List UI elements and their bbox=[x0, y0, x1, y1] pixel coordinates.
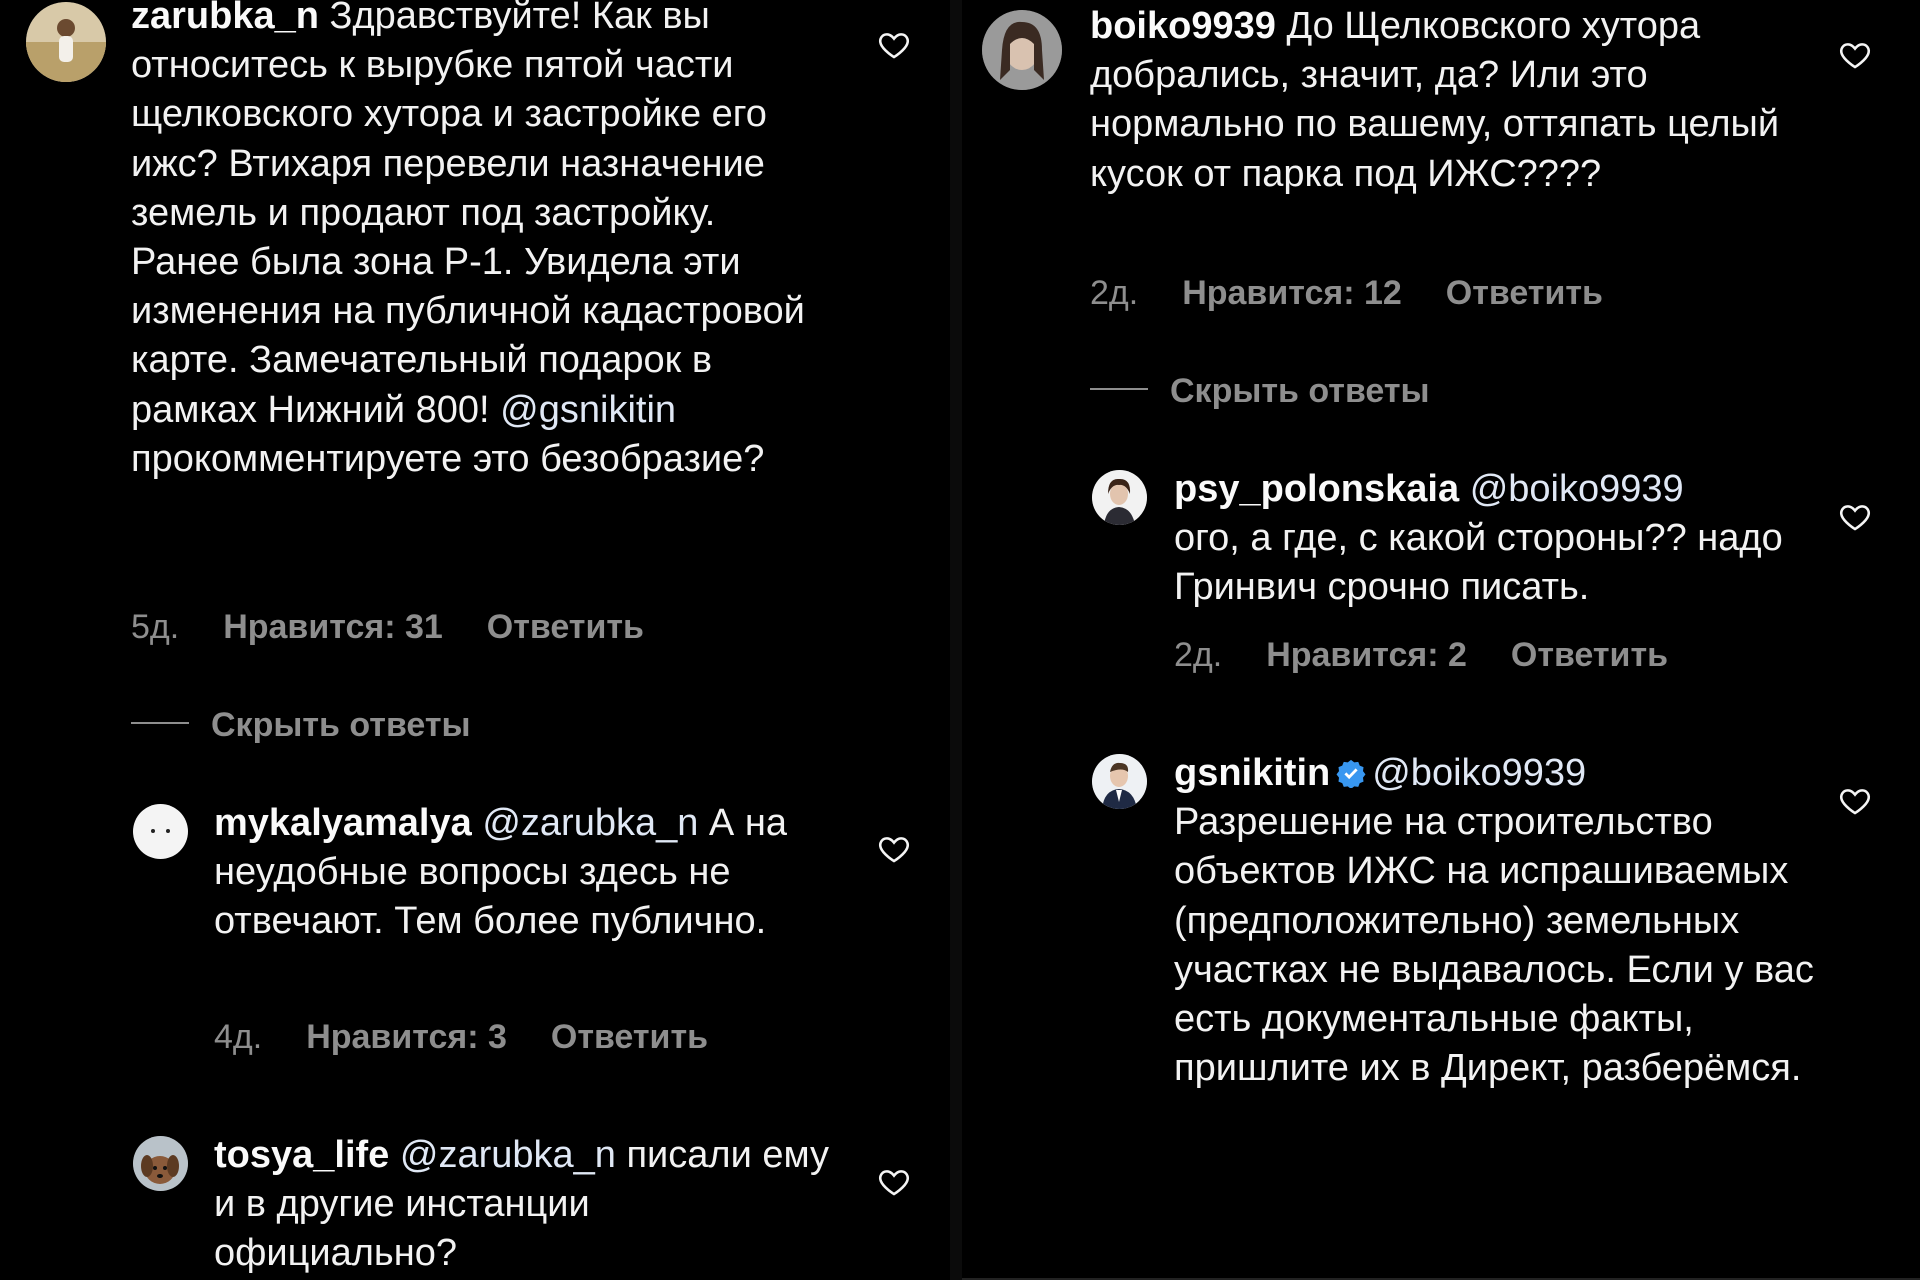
like-button[interactable] bbox=[877, 28, 911, 62]
mention-link[interactable]: @gsnikitin bbox=[500, 389, 676, 431]
left-comments-panel: zarubka_n Здравствуйте! Как вы относитес… bbox=[0, 0, 950, 1280]
like-button[interactable] bbox=[1838, 784, 1872, 818]
likes-count[interactable]: Нравится: 3 bbox=[306, 1018, 507, 1056]
divider-line bbox=[1090, 388, 1148, 391]
avatar[interactable] bbox=[982, 10, 1062, 90]
comment-meta: 5д. Нравится: 31 Ответить bbox=[131, 608, 644, 647]
verified-badge-icon bbox=[1336, 759, 1366, 788]
comment-username[interactable]: boiko9939 bbox=[1090, 5, 1276, 47]
comment-text: mykalyamalya @zarubka_n А на неудобные в… bbox=[214, 799, 814, 947]
mention-link[interactable]: @zarubka_n bbox=[400, 1134, 616, 1176]
panel-divider bbox=[950, 0, 962, 1280]
comment-username[interactable]: tosya_life bbox=[214, 1134, 389, 1176]
hide-replies-button[interactable]: Скрыть ответы bbox=[1090, 372, 1430, 411]
heart-outline-icon bbox=[1840, 505, 1870, 531]
comment-meta: 2д. Нравится: 12 Ответить bbox=[1090, 274, 1603, 313]
reply-button[interactable]: Ответить bbox=[487, 608, 644, 646]
heart-outline-icon bbox=[1840, 789, 1870, 815]
heart-outline-icon bbox=[1840, 43, 1870, 69]
heart-outline-icon bbox=[879, 837, 909, 863]
likes-count[interactable]: Нравится: 12 bbox=[1182, 274, 1402, 312]
comment-time: 2д. bbox=[1090, 274, 1139, 312]
comment-text: gsnikitin @boiko9939 Разрешение на строите… bbox=[1174, 749, 1814, 1093]
likes-count[interactable]: Нравится: 2 bbox=[1266, 636, 1467, 674]
right-comments-panel: boiko9939 До Щелковского хутора добралис… bbox=[962, 0, 1920, 1280]
avatar-portrait-icon bbox=[1092, 754, 1147, 809]
avatar[interactable] bbox=[133, 804, 188, 859]
hide-replies-button[interactable]: Скрыть ответы bbox=[131, 706, 471, 745]
reply-button[interactable]: Ответить bbox=[1511, 636, 1668, 674]
comment-username[interactable]: mykalyamalya bbox=[214, 802, 472, 844]
comment-username[interactable]: zarubka_n bbox=[131, 0, 319, 37]
like-button[interactable] bbox=[877, 832, 911, 866]
comment-username[interactable]: gsnikitin bbox=[1174, 752, 1330, 794]
comment-text: psy_polonskaia @boiko9939 ого, а где, с к… bbox=[1174, 465, 1814, 613]
reply-button[interactable]: Ответить bbox=[1446, 274, 1603, 312]
avatar[interactable] bbox=[26, 2, 106, 82]
heart-outline-icon bbox=[879, 33, 909, 59]
heart-outline-icon bbox=[879, 1170, 909, 1196]
mention-link[interactable]: @boiko9939 bbox=[1372, 752, 1586, 794]
avatar-portrait-icon bbox=[982, 10, 1062, 90]
likes-count[interactable]: Нравится: 31 bbox=[223, 608, 443, 646]
comment-text: boiko9939 До Щелковского хутора добралис… bbox=[1090, 2, 1800, 199]
hide-replies-label: Скрыть ответы bbox=[1170, 372, 1430, 410]
hide-replies-label: Скрыть ответы bbox=[211, 706, 471, 744]
like-button[interactable] bbox=[1838, 38, 1872, 72]
comment-body-end: прокомментируете это безобразие? bbox=[131, 437, 765, 480]
avatar-photo-field-icon bbox=[26, 2, 106, 82]
avatar[interactable] bbox=[1092, 470, 1147, 525]
avatar-dog-icon bbox=[133, 1136, 188, 1191]
avatar[interactable] bbox=[133, 1136, 188, 1191]
comment-body: Здравствуйте! Как вы относитесь к вырубк… bbox=[131, 0, 805, 431]
comment-body: ого, а где, с какой стороны?? надо Гринв… bbox=[1174, 517, 1783, 609]
avatar-face-icon bbox=[151, 829, 170, 833]
comment-time: 4д. bbox=[214, 1018, 263, 1056]
comment-text: zarubka_n Здравствуйте! Как вы относитес… bbox=[131, 0, 831, 484]
comment-meta: 2д. Нравится: 2 Ответить bbox=[1174, 636, 1668, 675]
mention-link[interactable]: @zarubka_n bbox=[482, 802, 698, 844]
comment-username[interactable]: psy_polonskaia bbox=[1174, 468, 1459, 510]
comment-time: 5д. bbox=[131, 608, 180, 646]
like-button[interactable] bbox=[1838, 500, 1872, 534]
reply-button[interactable]: Ответить bbox=[551, 1018, 708, 1056]
avatar[interactable] bbox=[1092, 754, 1147, 809]
like-button[interactable] bbox=[877, 1165, 911, 1199]
avatar-portrait-icon bbox=[1092, 470, 1147, 525]
comment-body: Разрешение на строительство объектов ИЖС… bbox=[1174, 801, 1814, 1090]
divider-line bbox=[131, 722, 189, 725]
comment-text: tosya_life @zarubka_n писали ему и в дру… bbox=[214, 1131, 834, 1279]
comment-meta: 4д. Нравится: 3 Ответить bbox=[214, 1018, 708, 1057]
comment-time: 2д. bbox=[1174, 636, 1223, 674]
mention-link[interactable]: @boiko9939 bbox=[1470, 468, 1684, 510]
